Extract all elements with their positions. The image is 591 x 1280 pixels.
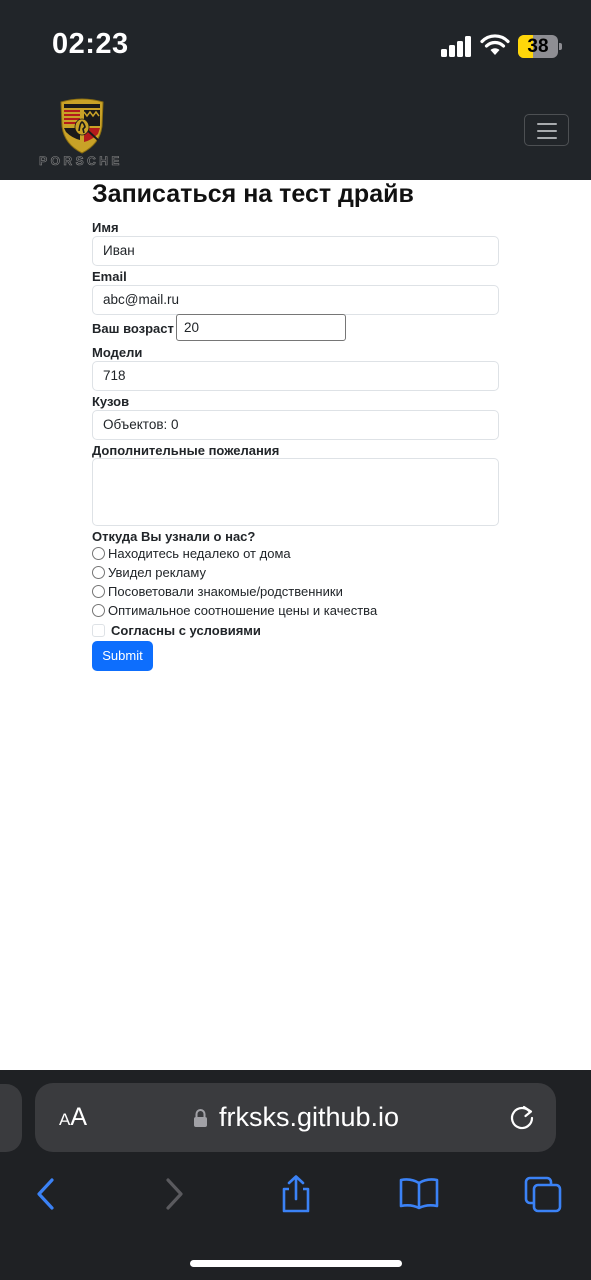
source-option[interactable]: Посоветовали знакомые/родственники [92,584,392,600]
menu-toggle-button[interactable] [524,114,569,146]
brand-wordmark: PORSCHE [39,154,123,169]
previous-tab-preview[interactable] [0,1084,22,1152]
signal-icon [441,35,473,57]
wishes-label: Дополнительные пожелания [92,443,280,458]
name-input[interactable]: Иван [92,236,499,266]
body-label: Кузов [92,394,130,409]
status-time: 02:23 [52,28,129,60]
agree-checkbox[interactable] [92,624,105,637]
source-option-label: Увидел рекламу [108,565,206,580]
back-icon[interactable] [28,1175,68,1213]
body-select[interactable]: Объектов: 0 [92,410,499,440]
bookmarks-icon[interactable] [399,1175,439,1213]
source-option-label: Находитесь недалеко от дома [108,546,291,561]
radio-button[interactable] [92,604,105,617]
radio-button[interactable] [92,585,105,598]
source-option[interactable]: Оптимальное соотношение цены и качества [92,603,392,619]
wifi-icon [480,34,510,55]
forward-icon[interactable] [154,1175,194,1213]
age-label: Ваш возраст [92,321,174,336]
share-icon[interactable] [276,1175,316,1213]
name-label: Имя [92,220,119,235]
page-title: Записаться на тест драйв [92,180,414,208]
lock-icon [194,1109,207,1127]
tabs-icon[interactable] [523,1175,563,1213]
reload-icon[interactable] [508,1103,536,1131]
submit-button[interactable]: Submit [92,641,153,671]
email-input[interactable]: abc@mail.ru [92,285,499,315]
battery-level: 38 [527,36,549,57]
age-input[interactable]: 20 [176,314,346,341]
email-label: Email [92,269,127,284]
radio-button[interactable] [92,547,105,560]
home-indicator[interactable] [190,1260,402,1267]
source-option-label: Оптимальное соотношение цены и качества [108,603,378,618]
wishes-textarea[interactable] [92,458,499,526]
battery-icon: 38 [518,35,562,58]
source-label: Откуда Вы узнали о нас? [92,529,256,544]
models-select[interactable]: 718 [92,361,499,391]
agree-label: Согласны с условиями [111,623,261,638]
source-option[interactable]: Находитесь недалеко от дома [92,546,392,562]
models-label: Модели [92,345,143,360]
porsche-crest-logo[interactable] [58,96,106,154]
radio-button[interactable] [92,566,105,579]
url-domain[interactable]: frksks.github.io [219,1102,399,1133]
navbar: PORSCHE [0,88,591,180]
status-bar: 02:23 38 [0,0,591,88]
safari-toolbar: AA frksks.github.io [0,1070,591,1280]
address-bar[interactable]: AA frksks.github.io [35,1083,556,1152]
text-size-button[interactable]: AA [59,1103,87,1132]
source-option[interactable]: Увидел рекламу [92,565,392,581]
source-option-label: Посоветовали знакомые/родственники [108,584,343,599]
